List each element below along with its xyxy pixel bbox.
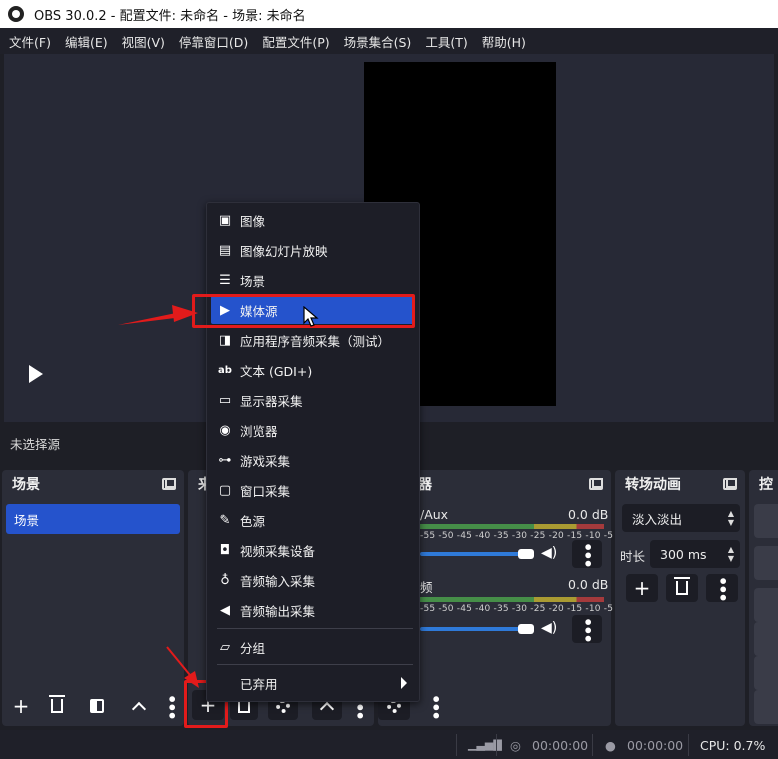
annotation-arrows (118, 305, 199, 688)
arrow-head (172, 305, 198, 322)
arrow-head (184, 671, 199, 688)
arrow-to-media-source (118, 313, 176, 325)
mouse-cursor-icon (303, 306, 319, 327)
